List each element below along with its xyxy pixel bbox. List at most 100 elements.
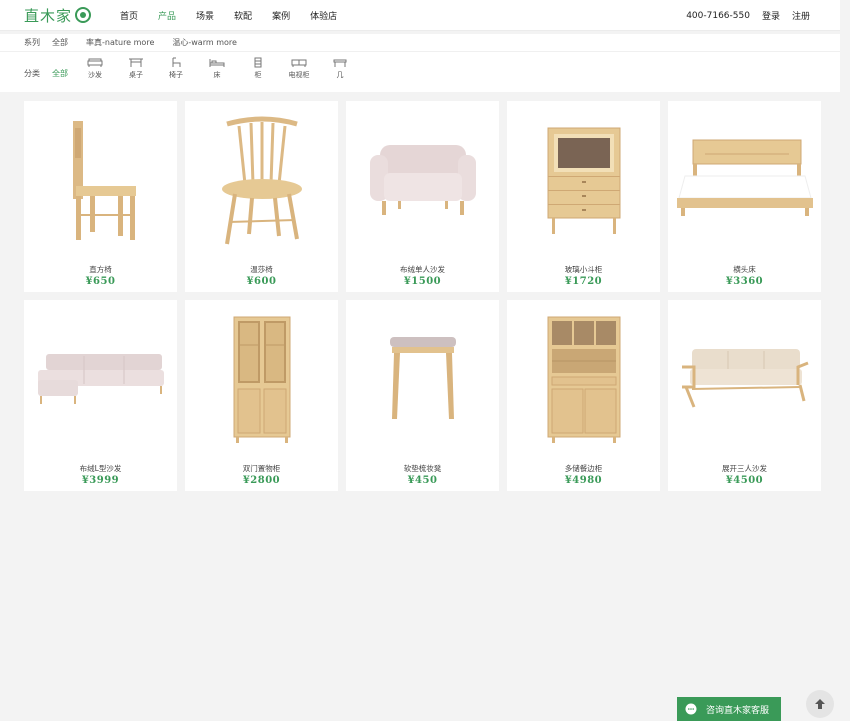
product-image-3 [346, 101, 499, 261]
product-name: 玻璃小斗柜 [564, 265, 603, 274]
product-name: 温莎椅 [250, 265, 273, 274]
category-label-sofa: 沙发 [88, 71, 102, 79]
category-label-side-table: 几 [336, 71, 344, 79]
product-name: 双门置物柜 [242, 464, 281, 473]
product-price: ¥4980 [564, 475, 603, 486]
table-icon [129, 58, 143, 67]
sofa-icon [87, 58, 103, 67]
category-label-table: 桌子 [129, 71, 143, 79]
glass-cabinet-image [547, 127, 620, 234]
nav-item-scenes[interactable]: 场景 [196, 9, 214, 22]
category-tv-cabinet[interactable]: 电视柜 [286, 57, 312, 80]
series-label: 系列 [24, 38, 40, 47]
category-table[interactable]: 桌子 [123, 57, 149, 80]
product-price: ¥650 [85, 276, 116, 287]
phone-number: 400-7166-550 [686, 10, 750, 21]
product-name: 直方椅 [89, 265, 112, 274]
product-name: 横头床 [733, 265, 756, 274]
product-image-7 [185, 300, 338, 460]
product-price: ¥450 [407, 475, 438, 486]
nav-item-products[interactable]: 产品 [158, 9, 176, 22]
category-chair[interactable]: 椅子 [163, 57, 189, 80]
product-name: 布绒单人沙发 [400, 265, 445, 274]
l-sofa-image [37, 354, 164, 404]
header-right: 400-7166-550 登录 注册 [674, 0, 810, 31]
main-nav: 首页 产品 场景 软配 案例 体验店 [120, 0, 357, 31]
product-price: ¥1720 [564, 276, 603, 287]
chair-icon [172, 57, 181, 67]
product-image-2 [185, 101, 338, 261]
series-option-warm[interactable]: 温心-warm more [172, 37, 237, 48]
product-name: 多储餐边柜 [564, 464, 603, 473]
category-bed[interactable]: 床 [204, 57, 230, 80]
login-link[interactable]: 登录 [762, 9, 780, 22]
logo-mark-icon [75, 7, 92, 23]
cabinet-icon [254, 57, 262, 68]
category-option-all[interactable]: 全部 [52, 68, 68, 79]
side-table-icon [333, 59, 347, 67]
bookcase-image [233, 316, 290, 443]
arrow-up-icon [815, 699, 825, 709]
product-price: ¥4500 [725, 475, 764, 486]
product-price: ¥3360 [725, 276, 764, 287]
product-card-2[interactable]: 温莎椅 ¥600 [185, 101, 338, 292]
series-option-nature[interactable]: 率真-nature more [86, 37, 154, 48]
nav-item-decor[interactable]: 软配 [234, 9, 252, 22]
nav-item-cases[interactable]: 案例 [272, 9, 290, 22]
product-price: ¥2800 [242, 475, 281, 486]
logo-text: 直木家 [24, 6, 73, 25]
customer-service-button[interactable]: 咨询直木家客服 [677, 697, 781, 721]
product-name: 布绒L型沙发 [79, 464, 122, 473]
armchair-image [369, 145, 476, 215]
logo[interactable]: 直木家 [24, 6, 92, 25]
category-label-tv-cabinet: 电视柜 [288, 71, 310, 79]
three-seat-sofa-image [681, 349, 809, 408]
product-card-10[interactable]: 展开三人沙发 ¥4500 [668, 300, 821, 491]
series-filter-row: 系列 全部 率真-nature more 温心-warm more [0, 34, 840, 52]
category-label: 分类 [24, 69, 40, 78]
category-label-chair: 椅子 [169, 71, 183, 79]
stool-image [389, 337, 456, 419]
product-card-5[interactable]: 横头床 ¥3360 [668, 101, 821, 292]
product-price: ¥600 [246, 276, 277, 287]
product-image-10 [668, 300, 821, 460]
nav-item-home[interactable]: 首页 [120, 9, 138, 22]
product-price: ¥3999 [81, 475, 120, 486]
product-image-4 [507, 101, 660, 261]
windsor-chair-image [221, 116, 302, 244]
category-filter-row: 分类 全部 沙发 桌子 椅子 床 柜 电视柜 几 [0, 54, 840, 90]
product-card-6[interactable]: 布绒L型沙发 ¥3999 [24, 300, 177, 491]
customer-service-label: 咨询直木家客服 [706, 705, 770, 716]
category-side-table[interactable]: 几 [327, 57, 353, 80]
product-price: ¥1500 [403, 276, 442, 287]
top-header: 直木家 首页 产品 场景 软配 案例 体验店 400-7166-550 登录 注… [0, 0, 840, 31]
product-name: 展开三人沙发 [722, 464, 767, 473]
product-card-8[interactable]: 软垫梳妆凳 ¥450 [346, 300, 499, 491]
category-cabinet[interactable]: 柜 [245, 57, 271, 80]
chat-bubble-icon [685, 703, 697, 715]
product-image-1 [24, 101, 177, 261]
product-card-7[interactable]: 双门置物柜 ¥2800 [185, 300, 338, 491]
product-image-8 [346, 300, 499, 460]
bed-image [676, 139, 813, 216]
product-image-6 [24, 300, 177, 460]
product-image-5 [668, 101, 821, 261]
bed-icon [209, 59, 225, 67]
product-card-1[interactable]: 直方椅 ¥650 [24, 101, 177, 292]
product-card-9[interactable]: 多储餐边柜 ¥4980 [507, 300, 660, 491]
product-card-3[interactable]: 布绒单人沙发 ¥1500 [346, 101, 499, 292]
filter-panel: 系列 全部 率真-nature more 温心-warm more 分类 全部 … [0, 34, 840, 92]
chair-image [72, 121, 136, 240]
product-card-4[interactable]: 玻璃小斗柜 ¥1720 [507, 101, 660, 292]
product-name: 软垫梳妆凳 [403, 464, 442, 473]
tv-cabinet-icon [291, 59, 307, 67]
product-image-9 [507, 300, 660, 460]
series-option-all[interactable]: 全部 [52, 37, 68, 48]
category-sofa[interactable]: 沙发 [82, 57, 108, 80]
nav-item-stores[interactable]: 体验店 [310, 9, 337, 22]
register-link[interactable]: 注册 [792, 9, 810, 22]
sideboard-image [547, 316, 620, 443]
category-label-bed: 床 [213, 71, 221, 79]
back-to-top-button[interactable] [806, 690, 834, 718]
category-label-cabinet: 柜 [254, 71, 262, 79]
